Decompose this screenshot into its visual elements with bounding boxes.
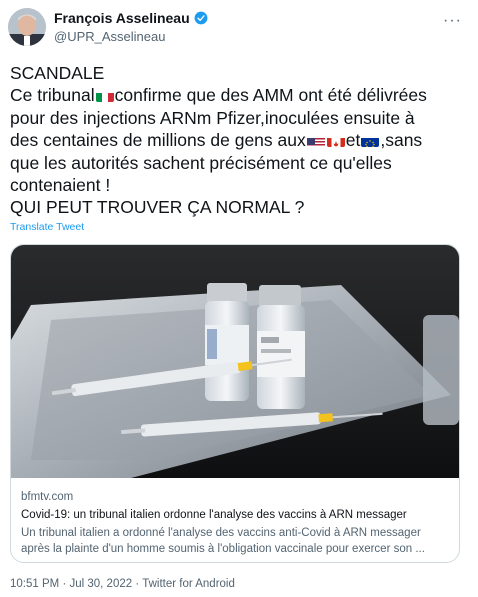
more-options-icon[interactable]: ··· [443,12,462,30]
tweet-line: confirme que des AMM ont été délivrées [114,85,427,106]
author-name-row: François Asselineau [54,10,208,26]
tweet-line: pour des injections ARNm Pfizer,inoculée… [10,107,415,128]
separator: · [135,578,140,590]
card-domain: bfmtv.com [21,491,74,503]
usa-flag-icon [306,134,325,148]
tweet-line: que les autorités sachent précisément ce… [10,152,392,173]
canada-flag-icon [326,134,345,148]
author-name[interactable]: François Asselineau [54,10,190,26]
tweet-text: SCANDALE Ce tribunal confirme que des AMM… [10,62,470,219]
card-description-line: Un tribunal italien a ordonné l'analyse … [21,527,421,539]
italy-flag-icon [95,89,114,103]
eu-flag-icon [361,134,380,148]
verified-badge-icon [194,11,208,25]
tweet-line: Ce tribunal [10,85,95,106]
translate-tweet-link[interactable]: Translate Tweet [10,221,84,233]
card-description-line: après la plainte d'un homme soumis à l'o… [21,543,425,555]
avatar[interactable] [8,8,46,46]
tweet-line: QUI PEUT TROUVER ÇA NORMAL ? [10,197,305,218]
link-card-meta: bfmtv.com Covid-19: un tribunal italien … [21,491,449,557]
tweet-line: contenaient ! [10,175,111,196]
tweet-source[interactable]: Twitter for Android [142,578,235,590]
tweet-line: des centaines de millions de gens aux [10,130,306,151]
tweet-line: ,sans [380,130,423,151]
card-description: Un tribunal italien a ordonné l'analyse … [21,525,449,557]
tweet: François Asselineau @UPR_Asselineau ··· … [0,0,478,597]
tweet-time[interactable]: 10:51 PM [10,578,59,590]
card-title: Covid-19: un tribunal italien ordonne l'… [21,509,407,521]
separator: · [62,578,67,590]
author-handle[interactable]: @UPR_Asselineau [54,29,165,44]
tweet-line: et [345,130,361,151]
vaccine-vials-photo [11,245,459,478]
tweet-date[interactable]: Jul 30, 2022 [69,578,132,590]
tweet-footer: 10:51 PM · Jul 30, 2022 · Twitter for An… [10,578,235,590]
tweet-line: SCANDALE [10,63,105,83]
link-card[interactable]: bfmtv.com Covid-19: un tribunal italien … [10,244,460,563]
